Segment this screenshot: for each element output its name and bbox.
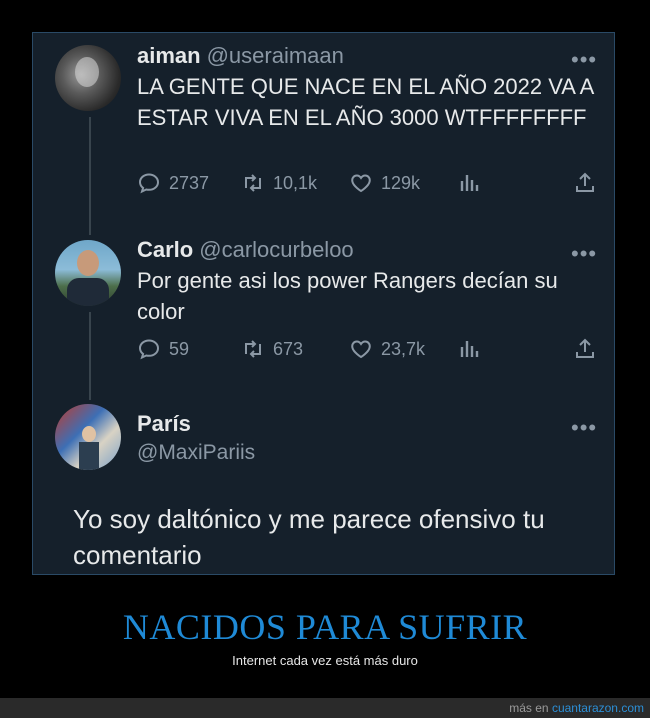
avatar-shirt <box>67 278 109 306</box>
thread-connector-line <box>89 312 91 400</box>
analytics-icon <box>460 341 479 357</box>
caption-title: NACIDOS PARA SUFRIR <box>122 607 528 647</box>
tweet-header: Carlo @carlocurbeloo <box>137 237 354 263</box>
footer-credit: más en cuantarazon.com <box>509 701 644 715</box>
heart-icon <box>351 174 371 193</box>
retweet-button[interactable]: 673 <box>241 337 303 361</box>
like-count: 23,7k <box>381 338 426 359</box>
caption-subtitle: Internet cada vez está más duro <box>232 653 418 668</box>
avatar-silhouette <box>75 57 99 87</box>
author-handle[interactable]: @MaxiPariis <box>137 441 255 465</box>
share-button[interactable] <box>573 171 605 195</box>
tweet-text: LA GENTE QUE NACE EN EL AÑO 2022 VA A ES… <box>137 74 594 130</box>
tweet-text: Por gente asi los power Rangers decían s… <box>137 268 558 324</box>
reply-icon <box>138 173 160 194</box>
share-icon <box>576 172 594 192</box>
retweet-button[interactable]: 10,1k <box>241 171 317 195</box>
tweet-actions: 2737 10,1k 129k <box>137 171 597 201</box>
tweet-text: Yo soy daltónico y me parece ofensivo tu… <box>73 504 545 570</box>
like-button[interactable]: 129k <box>349 171 420 195</box>
like-count: 129k <box>381 172 421 193</box>
avatar[interactable] <box>55 45 121 111</box>
analytics-icon <box>460 175 479 191</box>
site-link[interactable]: cuantarazon.com <box>552 701 644 715</box>
more-options-icon[interactable]: ••• <box>571 417 597 439</box>
thread-connector-line <box>89 117 91 235</box>
avatar[interactable] <box>55 404 121 470</box>
avatar-face <box>82 426 96 442</box>
avatar-face <box>77 250 99 276</box>
reply-icon <box>138 339 160 360</box>
share-button[interactable] <box>573 337 605 361</box>
reply-button[interactable]: 2737 <box>137 171 209 195</box>
more-options-icon[interactable]: ••• <box>571 243 597 265</box>
more-options-icon[interactable]: ••• <box>571 49 597 71</box>
avatar-body <box>79 442 99 470</box>
avatar[interactable] <box>55 240 121 306</box>
retweet-count: 673 <box>273 338 304 359</box>
like-button[interactable]: 23,7k <box>349 337 425 361</box>
author-name[interactable]: aiman <box>137 43 201 68</box>
author-name[interactable]: Carlo <box>137 237 193 262</box>
tweet-actions: 59 673 23,7k <box>137 337 597 367</box>
reply-button[interactable]: 59 <box>137 337 189 361</box>
views-button[interactable] <box>457 171 489 195</box>
retweet-count: 10,1k <box>273 172 318 193</box>
tweet-header: aiman @useraimaan <box>137 43 344 69</box>
author-handle[interactable]: @carlocurbeloo <box>199 237 353 262</box>
heart-icon <box>351 340 371 359</box>
retweet-icon <box>245 340 261 358</box>
reply-count: 59 <box>169 338 190 359</box>
share-icon <box>576 338 594 358</box>
reply-count: 2737 <box>169 172 210 193</box>
author-handle[interactable]: @useraimaan <box>207 43 344 68</box>
footer-prefix: más en <box>509 701 552 715</box>
footer-bar: más en cuantarazon.com <box>0 698 650 718</box>
tweet-thread-card: aiman @useraimaan ••• LA GENTE QUE NACE E… <box>32 32 615 575</box>
views-button[interactable] <box>457 337 489 361</box>
author-name[interactable]: París <box>137 411 191 437</box>
retweet-icon <box>245 174 261 192</box>
